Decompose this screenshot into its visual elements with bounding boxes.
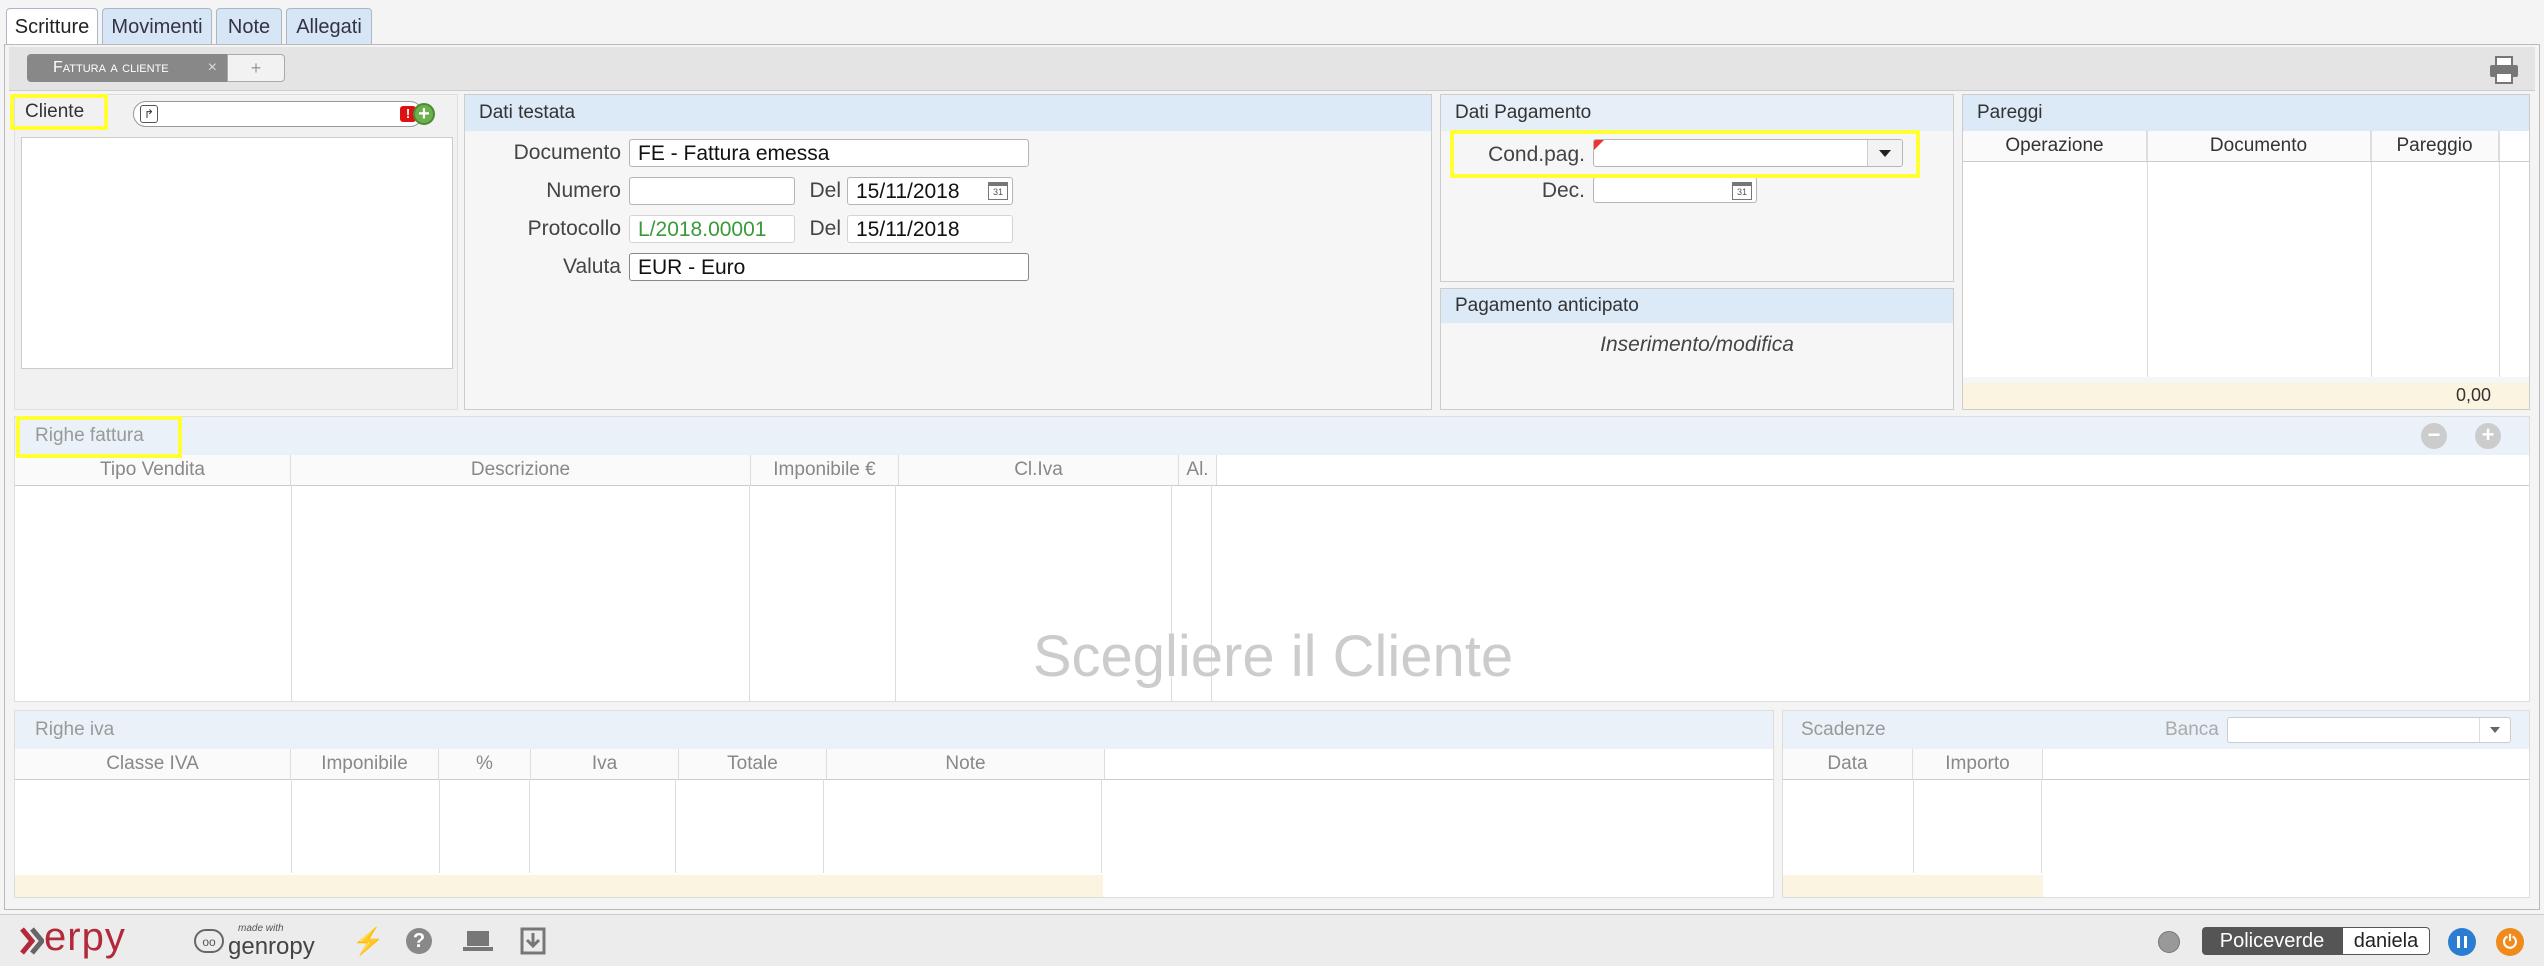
banca-select[interactable] bbox=[2227, 717, 2511, 743]
pareggi-total: 0,00 bbox=[2455, 385, 2491, 405]
chevron-down-icon[interactable] bbox=[2479, 718, 2510, 742]
tab-note[interactable]: Note bbox=[216, 8, 282, 44]
owl-icon: oo bbox=[194, 929, 224, 953]
empty-grid-message: Scegliere il Cliente bbox=[1032, 624, 1514, 689]
calendar-icon[interactable]: 31 bbox=[988, 182, 1008, 200]
pagamento-anticipato-panel: Pagamento anticipato Inserimento/modific… bbox=[1440, 288, 1954, 410]
protocollo-del-field: 15/11/2018 bbox=[847, 215, 1013, 243]
documento-field[interactable]: FE - Fattura emessa bbox=[629, 139, 1029, 167]
add-subtab-button[interactable]: + bbox=[227, 54, 285, 82]
calendar-icon[interactable]: 31 bbox=[1732, 182, 1752, 200]
highlight-righe-fattura bbox=[16, 416, 182, 458]
col-totale[interactable]: Totale bbox=[679, 749, 827, 779]
valuta-field[interactable]: EUR - Euro bbox=[629, 253, 1029, 281]
power-icon[interactable]: ⏻ bbox=[2496, 928, 2524, 956]
numero-del-date-value: 15/11/2018 bbox=[856, 180, 960, 203]
righe-fattura-title: Righe fattura bbox=[15, 417, 2529, 455]
col-imponibile[interactable]: Imponibile € bbox=[751, 455, 899, 485]
pareggi-col-operazione[interactable]: Operazione bbox=[1963, 131, 2147, 161]
download-icon[interactable] bbox=[520, 927, 546, 955]
genropy-logo: oo made with genropy bbox=[194, 923, 320, 960]
banca-label: Banca bbox=[2165, 719, 2219, 740]
protocollo-label: Protocollo bbox=[527, 217, 621, 240]
subtab-fattura-cliente[interactable]: Fattura a cliente × bbox=[27, 54, 227, 82]
subtab-fattura-cliente-label: Fattura a cliente bbox=[53, 59, 169, 76]
pareggi-col-pareggio[interactable]: Pareggio bbox=[2371, 131, 2499, 161]
laptop-icon[interactable] bbox=[462, 929, 494, 953]
close-icon[interactable]: × bbox=[208, 54, 217, 82]
righe-fattura-panel: Righe fattura − + Tipo Vendita Descrizio… bbox=[14, 416, 2530, 702]
add-row-button[interactable]: + bbox=[2475, 423, 2501, 449]
pareggi-grid bbox=[1963, 131, 2529, 377]
highlight-cond-pag bbox=[1450, 130, 1920, 178]
col-percentuale[interactable]: % bbox=[439, 749, 531, 779]
dati-testata-panel: Dati testata Documento FE - Fattura emes… bbox=[464, 94, 1432, 410]
highlight-cliente bbox=[10, 94, 108, 130]
numero-del-label: Del bbox=[809, 179, 841, 202]
valuta-label: Valuta bbox=[563, 255, 621, 278]
righe-iva-panel: Righe iva Classe IVA Imponibile % Iva To… bbox=[14, 710, 1774, 898]
pause-icon[interactable] bbox=[2448, 928, 2476, 956]
col-importo[interactable]: Importo bbox=[1913, 749, 2043, 779]
genropy-text: genropy bbox=[228, 933, 315, 960]
protocollo-del-label: Del bbox=[809, 217, 841, 240]
pareggi-title: Pareggi bbox=[1963, 95, 2529, 131]
erpy-logo: erpy bbox=[20, 915, 170, 961]
documento-label: Documento bbox=[513, 141, 621, 164]
add-cliente-icon[interactable]: + bbox=[413, 103, 435, 125]
numero-field[interactable] bbox=[629, 177, 795, 205]
dati-testata-title: Dati testata bbox=[465, 95, 1431, 131]
printer-icon[interactable] bbox=[2487, 55, 2521, 85]
subtab-bar: Fattura a cliente × + bbox=[9, 47, 2535, 91]
dec-label: Dec. bbox=[1541, 179, 1585, 202]
dec-date-field[interactable]: 31 bbox=[1593, 177, 1757, 203]
col-imponibile-iva[interactable]: Imponibile bbox=[291, 749, 439, 779]
pareggi-col-documento[interactable]: Documento bbox=[2147, 131, 2371, 161]
tab-scritture[interactable]: Scritture bbox=[6, 8, 98, 46]
connection-status-icon bbox=[2158, 931, 2180, 953]
col-data[interactable]: Data bbox=[1783, 749, 1913, 779]
dati-pagamento-panel: Dati Pagamento Cond.pag. Dec. 31 bbox=[1440, 94, 1954, 282]
col-tipo-vendita[interactable]: Tipo Vendita bbox=[15, 455, 291, 485]
pagamento-anticipato-title: Pagamento anticipato bbox=[1441, 289, 1953, 323]
righe-iva-title: Righe iva bbox=[15, 711, 1773, 749]
help-icon[interactable]: ? bbox=[406, 928, 432, 954]
scadenze-total-row bbox=[1783, 875, 2043, 897]
tab-movimenti[interactable]: Movimenti bbox=[102, 8, 212, 44]
col-cl-iva[interactable]: Cl.Iva bbox=[899, 455, 1179, 485]
cliente-detail-box bbox=[21, 137, 453, 369]
link-arrow-icon: ↱ bbox=[140, 105, 158, 123]
righe-iva-total-row bbox=[15, 875, 1103, 897]
remove-row-button[interactable]: − bbox=[2421, 423, 2447, 449]
inserimento-modifica-link[interactable]: Inserimento/modifica bbox=[1441, 333, 1953, 357]
col-note[interactable]: Note bbox=[827, 749, 1105, 779]
user-badge[interactable]: daniela bbox=[2342, 927, 2430, 955]
col-descrizione[interactable]: Descrizione bbox=[291, 455, 751, 485]
tab-allegati[interactable]: Allegati bbox=[286, 8, 372, 44]
erpy-logo-text: erpy bbox=[44, 915, 126, 959]
cliente-search-field[interactable]: ↱ ! bbox=[133, 101, 423, 127]
company-badge[interactable]: Policeverde bbox=[2202, 927, 2342, 955]
numero-del-date-field[interactable]: 15/11/2018 31 bbox=[847, 177, 1013, 205]
protocollo-field: L/2018.00001 bbox=[629, 215, 795, 243]
scadenze-panel: Scadenze Banca Data Importo bbox=[1782, 710, 2530, 898]
cliente-panel: Cliente ↱ ! + bbox=[14, 94, 458, 410]
lightning-icon[interactable]: ⚡ bbox=[352, 927, 384, 955]
col-classe-iva[interactable]: Classe IVA bbox=[15, 749, 291, 779]
status-bar: erpy oo made with genropy ⚡ ? Policeverd… bbox=[0, 914, 2544, 966]
pareggi-panel: Pareggi Operazione Documento Pareggio 0,… bbox=[1962, 94, 2530, 410]
dati-pagamento-title: Dati Pagamento bbox=[1441, 95, 1953, 131]
col-iva[interactable]: Iva bbox=[531, 749, 679, 779]
numero-label: Numero bbox=[546, 179, 621, 202]
col-al[interactable]: Al. bbox=[1179, 455, 1217, 485]
